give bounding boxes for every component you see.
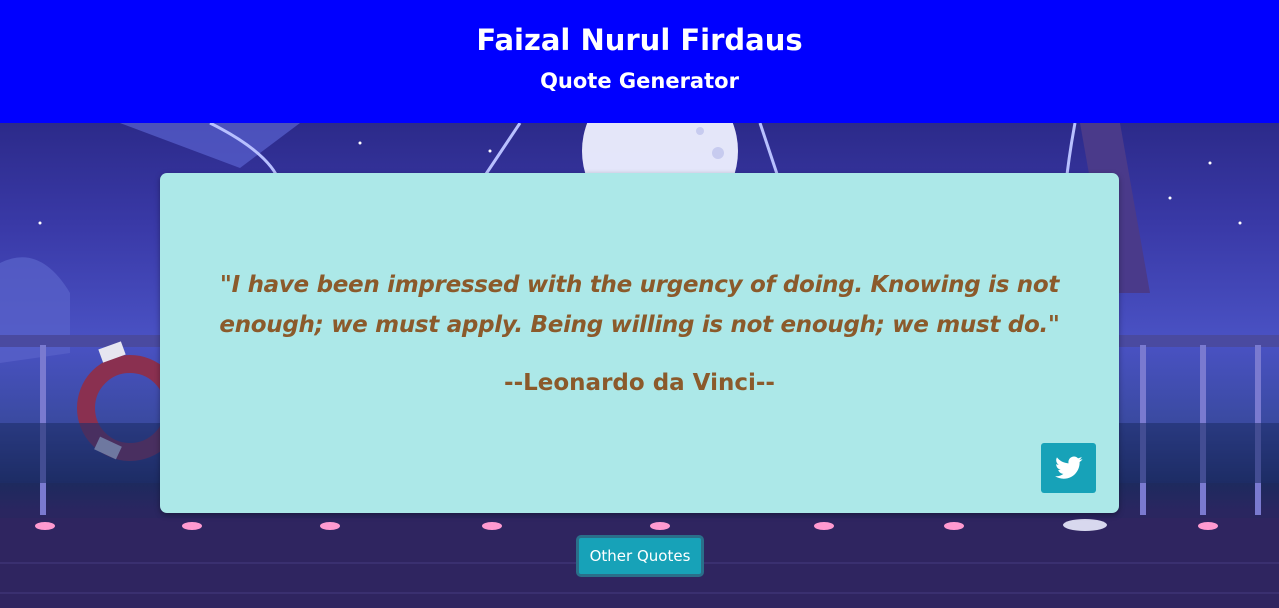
other-quotes-button[interactable]: Other Quotes (576, 535, 704, 577)
quote-text: "I have been impressed with the urgency … (219, 272, 1060, 338)
twitter-icon (1054, 456, 1083, 480)
quote-card: "I have been impressed with the urgency … (160, 173, 1119, 513)
page-subtitle: Quote Generator (540, 69, 739, 93)
page-header: Faizal Nurul Firdaus Quote Generator (0, 0, 1279, 123)
tweet-button[interactable] (1041, 443, 1096, 493)
quote-author: --Leonardo da Vinci-- (504, 370, 775, 396)
page-title: Faizal Nurul Firdaus (476, 23, 803, 57)
